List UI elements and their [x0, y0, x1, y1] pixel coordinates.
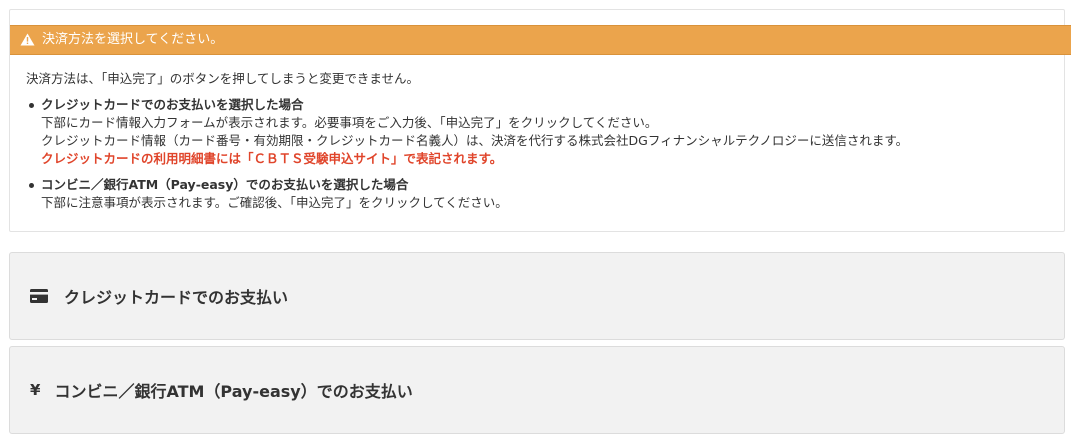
notice-item-line: 下部に注意事項が表示されます。ご確認後、「申込完了」をクリックしてください。 [41, 195, 508, 210]
warning-icon [20, 33, 36, 47]
notice-list: クレジットカードでのお支払いを選択した場合 下部にカード情報入力フォームが表示さ… [26, 96, 1056, 212]
credit-card-icon [30, 289, 48, 303]
notice-item-credit-card: クレジットカードでのお支払いを選択した場合 下部にカード情報入力フォームが表示さ… [26, 96, 1056, 168]
page: 決済方法を選択してください。 決済方法は、「申込完了」のボタンを押してしまうと変… [0, 0, 1077, 446]
convenience-payment-label: コンビニ／銀行ATM（Pay-easy）でのお支払い [54, 382, 413, 401]
notice-header-text: 決済方法を選択してください。 [42, 32, 224, 47]
payment-notice: 決済方法を選択してください。 決済方法は、「申込完了」のボタンを押してしまうと変… [9, 9, 1071, 232]
notice-item-highlight: クレジットカードの利用明細書には「ＣＢＴＳ受験申込サイト」で表記されます。 [41, 151, 503, 166]
yen-icon: ¥ [30, 381, 41, 399]
notice-intro: 決済方法は、「申込完了」のボタンを押してしまうと変更できません。 [26, 71, 420, 86]
convenience-payment-option[interactable]: ¥ コンビニ／銀行ATM（Pay-easy）でのお支払い [9, 346, 1065, 434]
credit-card-payment-label: クレジットカードでのお支払い [64, 288, 289, 307]
notice-item-convenience: コンビニ／銀行ATM（Pay-easy）でのお支払いを選択した場合 下部に注意事… [26, 176, 1056, 212]
notice-item-title: クレジットカードでのお支払いを選択した場合 [41, 97, 304, 112]
notice-item-line: クレジットカード情報（カード番号・有効期限・クレジットカード名義人）は、決済を代… [41, 133, 909, 148]
notice-item-line: 下部にカード情報入力フォームが表示されます。必要事項をご入力後、「申込完了」をク… [41, 115, 658, 130]
credit-card-payment-option[interactable]: クレジットカードでのお支払い [9, 252, 1065, 340]
notice-item-title: コンビニ／銀行ATM（Pay-easy）でのお支払いを選択した場合 [41, 177, 409, 192]
notice-header: 決済方法を選択してください。 [10, 25, 1071, 55]
notice-body: 決済方法は、「申込完了」のボタンを押してしまうと変更できません。 クレジットカー… [26, 70, 1056, 220]
